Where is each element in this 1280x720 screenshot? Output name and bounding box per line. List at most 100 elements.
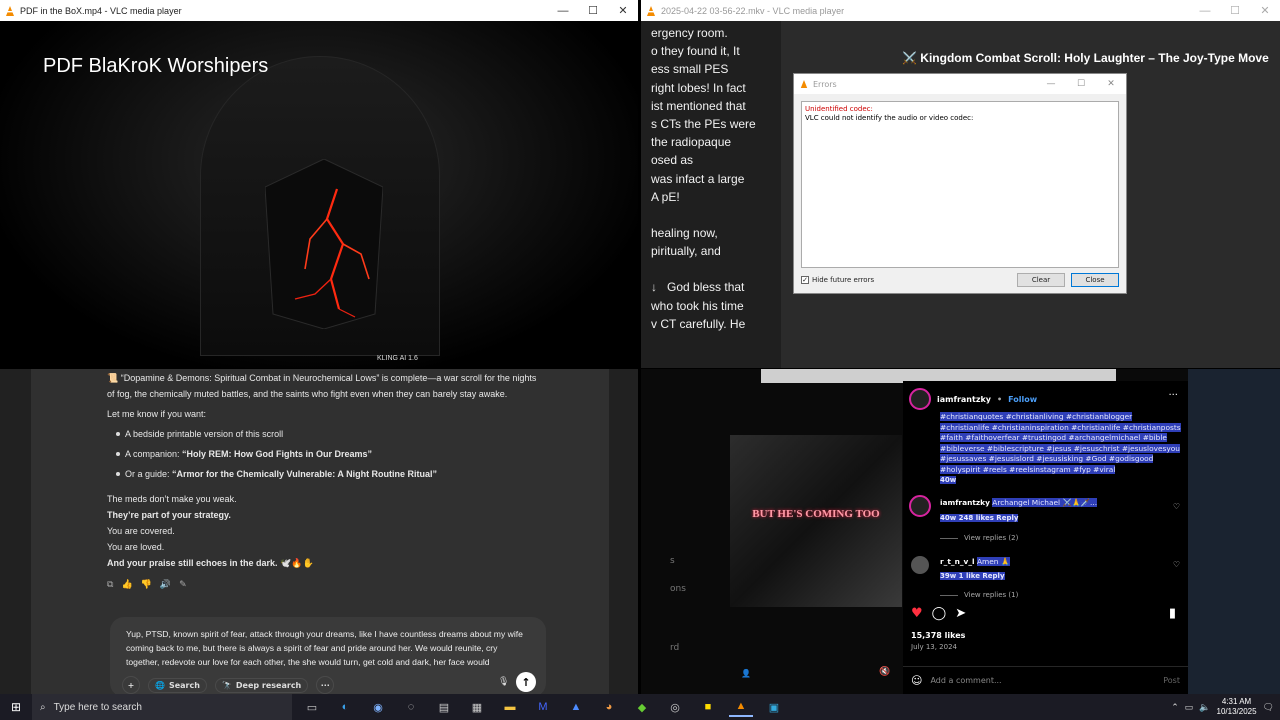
like-count[interactable]: 15,378 likes: [911, 631, 965, 640]
maximize-button[interactable]: ☐: [1220, 0, 1250, 21]
text-line: piritually, and: [651, 244, 721, 259]
hashtags-caption: #christianquotes #christianliving #chris…: [940, 412, 1181, 474]
app-icon[interactable]: ▲: [564, 697, 588, 717]
post-image[interactable]: BUT HE'S COMING TOO: [730, 435, 902, 607]
vlc1-titlebar[interactable]: PDF in the BoX.mp4 - VLC media player — …: [0, 0, 638, 21]
edge-icon[interactable]: ◐: [333, 697, 357, 717]
taskbar-search-input[interactable]: Type here to search: [54, 702, 142, 713]
vlc-taskbar-icon[interactable]: ▲: [729, 697, 753, 717]
comment-1: iamfrantzky Archangel Michael ⚔️🙏🗡️...: [940, 498, 1098, 507]
comment-1-meta[interactable]: 40w 248 likes Reply: [940, 514, 1019, 522]
close-dialog-button[interactable]: Close: [1071, 273, 1119, 287]
close-button[interactable]: ✕: [1250, 0, 1280, 21]
send-button[interactable]: ↑: [516, 672, 536, 692]
emoji-icon[interactable]: ☺: [911, 674, 922, 687]
vlc2-titlebar[interactable]: 2025-04-22 03-56-22.mkv - VLC media play…: [641, 0, 1280, 21]
close-button[interactable]: ✕: [608, 0, 638, 21]
sticky-notes-icon[interactable]: ■: [696, 697, 720, 717]
app-icon[interactable]: ◌: [399, 697, 423, 717]
arrow-down-icon[interactable]: ↓: [651, 278, 667, 296]
minimize-button[interactable]: —: [1036, 79, 1066, 89]
loved-line: You are loved.: [107, 542, 165, 552]
heart-filled-icon[interactable]: ♥: [911, 606, 923, 621]
comment-icon[interactable]: ◯: [932, 606, 947, 621]
add-attachment-button[interactable]: +: [122, 676, 140, 694]
heart-icon[interactable]: ♡: [1173, 560, 1180, 569]
text-line: the radiopaque: [651, 135, 732, 150]
minimize-button[interactable]: —: [548, 0, 578, 21]
avatar[interactable]: [911, 556, 929, 574]
glowing-box-image: [265, 159, 383, 329]
read-aloud-icon[interactable]: 🔊: [160, 580, 171, 590]
microphone-icon[interactable]: 🎙: [498, 677, 509, 687]
vlc-window-2: 2025-04-22 03-56-22.mkv - VLC media play…: [641, 0, 1280, 368]
task-view-icon[interactable]: ▭: [300, 697, 324, 717]
let-me-know-text: Let me know if you want:: [107, 409, 207, 419]
more-tools-button[interactable]: ···: [316, 676, 335, 694]
app-icon[interactable]: M: [531, 697, 555, 717]
network-icon[interactable]: ▭: [1185, 702, 1194, 713]
message-composer[interactable]: Yup, PTSD, known spirit of fear, attack …: [110, 617, 546, 694]
errors-dialog-titlebar[interactable]: Errors — ☐ ✕: [794, 74, 1126, 94]
copy-icon[interactable]: ⧉: [107, 580, 113, 590]
maximize-button[interactable]: ☐: [1066, 79, 1096, 89]
comment-input[interactable]: Add a comment...: [930, 676, 1163, 685]
errors-dialog-footer: ✓ Hide future errors Clear Close: [801, 272, 1119, 288]
more-options-icon[interactable]: ···: [1168, 390, 1178, 401]
vlc-window-1: PDF in the BoX.mp4 - VLC media player — …: [0, 0, 638, 368]
edit-icon[interactable]: ✎: [179, 580, 187, 590]
globe-icon: 🌐: [155, 680, 165, 690]
errors-log-box[interactable]: Unidentified codec: VLC could not identi…: [801, 101, 1119, 268]
file-explorer-icon[interactable]: ▬: [498, 697, 522, 717]
composer-input[interactable]: Yup, PTSD, known spirit of fear, attack …: [126, 627, 531, 669]
volume-icon[interactable]: 🔈: [1199, 702, 1210, 713]
windows-start-icon[interactable]: ⊞: [0, 694, 32, 720]
app-icon[interactable]: ▦: [465, 697, 489, 717]
share-icon[interactable]: ➤: [955, 606, 966, 621]
video-frame[interactable]: PDF BlaKroK Worshipers KLING AI 1.6: [0, 21, 638, 368]
recorded-text-column: ergency room. o they found it, It ess sm…: [641, 21, 781, 368]
errors-dialog: Errors — ☐ ✕ Unidentified codec: VLC cou…: [793, 73, 1127, 294]
taskbar-search[interactable]: ⌕ Type here to search: [32, 694, 292, 720]
maximize-button[interactable]: ☐: [578, 0, 608, 21]
bookmark-icon[interactable]: ▮: [1169, 606, 1176, 621]
clear-button[interactable]: Clear: [1017, 273, 1065, 287]
comment-2-meta[interactable]: 39w 1 like Reply: [940, 572, 1005, 580]
thumbs-up-icon[interactable]: 👍: [121, 580, 132, 590]
post-username[interactable]: iamfrantzky: [937, 395, 991, 404]
app-icon[interactable]: ◎: [663, 697, 687, 717]
user-icon[interactable]: 👤: [741, 669, 751, 678]
search-button[interactable]: 🌐 Search: [148, 677, 207, 693]
post-image-caption: BUT HE'S COMING TOO: [752, 508, 880, 520]
instagram-window: s ons rd BUT HE'S COMING TOO iamfrantzky…: [641, 369, 1280, 694]
text-line: v CT carefully. He: [651, 316, 746, 331]
mute-icon[interactable]: 🔇: [879, 667, 890, 677]
chevron-up-icon[interactable]: ⌃: [1171, 702, 1179, 713]
taskbar: ⊞ ⌕ Type here to search ▭ ◐ ◉ ◌ ▤ ▦ ▬ M …: [0, 694, 1280, 720]
app-icon[interactable]: ▤: [432, 697, 456, 717]
post-comment-button[interactable]: Post: [1163, 676, 1180, 685]
clock[interactable]: 4:31 AM 10/13/2025: [1217, 697, 1257, 717]
app-icon[interactable]: ◉: [366, 697, 390, 717]
telescope-icon: 🔭: [221, 680, 232, 690]
option-companion: A companion: “Holy REM: How God Fights i…: [125, 449, 373, 459]
text-line: ess small PES: [651, 62, 729, 77]
app-icon[interactable]: ◆: [630, 697, 654, 717]
deep-research-button[interactable]: 🔭 Deep research: [214, 677, 309, 693]
chrome-icon[interactable]: ◕: [597, 697, 621, 717]
minimize-button[interactable]: —: [1190, 0, 1220, 21]
app-icon[interactable]: ▣: [762, 697, 786, 717]
view-replies-link[interactable]: View replies (2): [940, 534, 1018, 542]
close-button[interactable]: ✕: [1096, 79, 1126, 89]
avatar[interactable]: [909, 388, 931, 410]
heart-icon[interactable]: ♡: [1173, 502, 1180, 511]
avatar[interactable]: [909, 495, 931, 517]
thumbs-down-icon[interactable]: 👎: [141, 580, 152, 590]
follow-button[interactable]: Follow: [1008, 395, 1037, 404]
text-line: ist mentioned that: [651, 98, 746, 113]
hide-errors-checkbox[interactable]: ✓: [801, 276, 809, 284]
notifications-icon[interactable]: 🗨: [1263, 702, 1274, 713]
vlc1-window-title: PDF in the BoX.mp4 - VLC media player: [20, 5, 182, 16]
error-message: VLC could not identify the audio or vide…: [805, 114, 974, 122]
view-replies-link[interactable]: View replies (1): [940, 591, 1018, 599]
